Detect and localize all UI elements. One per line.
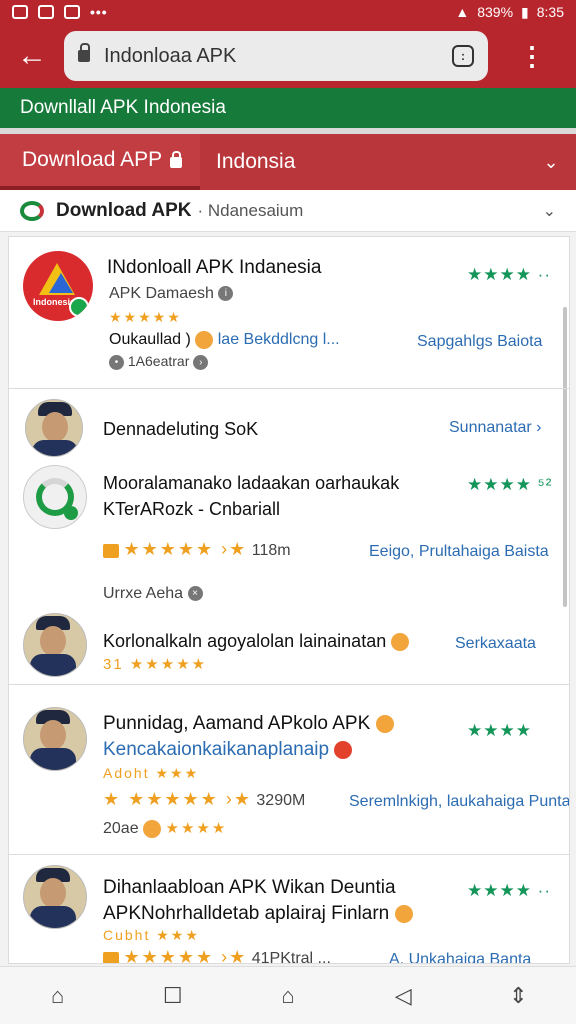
tab-strip: Download APP Indonsia ⌄ [0,134,576,190]
item-rating: 31 ★★★★★ [103,656,208,673]
info-icon: i [218,286,234,302]
item-title[interactable]: Dennadeluting SoK [103,419,258,440]
item-tag: Adoht ★★★ [103,765,200,781]
emoji-icon [391,633,410,652]
back-arrow-icon[interactable]: ← [0,24,64,88]
calendar-icon [38,5,54,19]
chevron-down-icon[interactable]: ⌄ [526,152,576,173]
browser-toolbar: ← Indonloaa APK : ⋮ [0,24,576,88]
emoji-icon [143,819,162,838]
avatar [23,613,87,677]
item-star-row: ★★★★★ [109,309,182,325]
item-title-line2[interactable]: Kencakaionkaikanaplanaip [103,739,353,761]
item-title[interactable]: INdonloall APK Indanesia [107,257,321,279]
house-icon[interactable]: ⌂ [258,983,318,1009]
app-list: Indonesia INdonloall APK Indanesia ★★★★ … [8,236,570,964]
emoji-icon [334,740,353,759]
url-text[interactable]: Indonloaa APK [104,45,452,68]
list-item[interactable]: Indonesia INdonloall APK Indanesia ★★★★ … [9,237,569,389]
clock: 8:35 [536,4,564,20]
signal-text: 839% [477,4,514,20]
section-subtitle: · Ndanesaium [197,200,304,220]
item-link[interactable]: Seremlnkigh, laukahaiga Punta [349,793,569,811]
item-meta: • 1A6eatrar › [109,353,209,370]
bag-icon [103,951,119,963]
item-rating-stars: ★★★★ [467,721,532,740]
item-star-row: ★ ★★★★★ ›★ 3290M [103,789,306,809]
tab-switcher-icon[interactable]: : [452,45,474,67]
close-icon[interactable]: × [187,586,203,602]
item-title[interactable]: Korlonalkaln agoyalolan lainainatan [103,631,410,652]
item-link[interactable]: Eeigo, Prultahaiga Baista [369,543,549,561]
more-notifications-icon: ••• [90,4,108,20]
item-link[interactable]: Serkaxaata [455,635,536,653]
item-star-row: ★★★★★ ›★ 41PKtral ... [103,947,331,963]
tab-download-app[interactable]: Download APP [0,134,200,190]
item-rating-stars: ★★★★ ·· [467,265,552,284]
list-item[interactable]: Punnidag, Aamand APkolo APK Kencakaionka… [9,693,569,855]
item-title-line1[interactable]: Mooralamanako ladaakan oarhaukak [103,473,399,494]
notification-icons: ••• [12,4,108,20]
avatar [25,399,83,457]
emoji-icon [195,331,214,349]
address-bar[interactable]: Indonloaa APK : [64,31,488,81]
tab-download-label: Download APP [22,148,163,171]
item-meta: Urrxe Aeha × [103,585,203,603]
section-title: Download APK [56,199,192,221]
item-rating-stars: ★★★★ ⁵² [467,475,553,494]
item-meta: 20ae ★★★★ [103,819,228,838]
section-header[interactable]: Download APK · Ndanesaium ⌄ [0,190,576,232]
item-link[interactable]: Sunnanatar › [449,419,542,437]
emoji-icon [394,904,413,923]
more-icon[interactable]: ⇕ [488,983,548,1009]
site-header: Downllall APK Indonesia [0,88,576,134]
bag-icon [103,543,119,558]
item-title-line2: KTerARozk - Cnbariall [103,499,281,519]
app-logo-icon [23,465,87,529]
download-icon: • [109,354,124,370]
item-description: Oukaullad ) lae Bekddlcng l... [109,331,340,349]
avatar [23,707,87,771]
item-star-row: ★★★★★ ›★ 118m [103,539,291,560]
app-logo-icon: Indonesia [23,251,93,321]
status-bar: ••• ▲ 839% ▮ 8:35 [0,0,576,24]
tab-region[interactable]: Indonsia [200,150,526,174]
share-icon: › [193,354,209,370]
item-tag: Cubht ★★★ [103,927,200,943]
back-icon[interactable]: ◁ [373,983,433,1009]
wifi-icon: ▲ [455,4,470,20]
item-link[interactable]: A. Unkahaiga Banta [389,951,531,963]
recent-apps-icon[interactable]: ☐ [143,983,203,1009]
system-nav-bar: ⌂ ☐ ⌂ ◁ ⇕ [0,966,576,1024]
battery-icon: ▮ [521,3,529,20]
emoji-icon [375,714,394,733]
lock-icon [78,43,90,62]
item-title-line2: APKNohrhalldetab aplairaj Finlarn [103,903,413,925]
overflow-menu-icon[interactable]: ⋮ [488,41,576,72]
mail-icon [12,5,28,19]
expand-chevron-icon[interactable]: ⌄ [543,201,556,221]
site-logo-icon [20,200,44,221]
item-title[interactable]: Punnidag, Aamand APkolo APK [103,713,394,735]
home-icon[interactable]: ⌂ [28,983,88,1009]
list-item[interactable]: Dennadeluting SoK Sunnanatar › Mooralama… [9,389,569,685]
item-rating-stars: ★★★★ ·· [467,881,552,900]
item-title[interactable]: Dihanlaabloan APK Wikan Deuntia [103,877,396,899]
item-subtitle: APK Damaesh i [109,285,234,303]
item-link[interactable]: Sapgahlgs Baiota [417,333,542,351]
list-item[interactable]: Dihanlaabloan APK Wikan Deuntia APKNohrh… [9,855,569,963]
padlock-icon [170,150,183,168]
avatar [23,865,87,929]
shield-icon [64,5,80,19]
